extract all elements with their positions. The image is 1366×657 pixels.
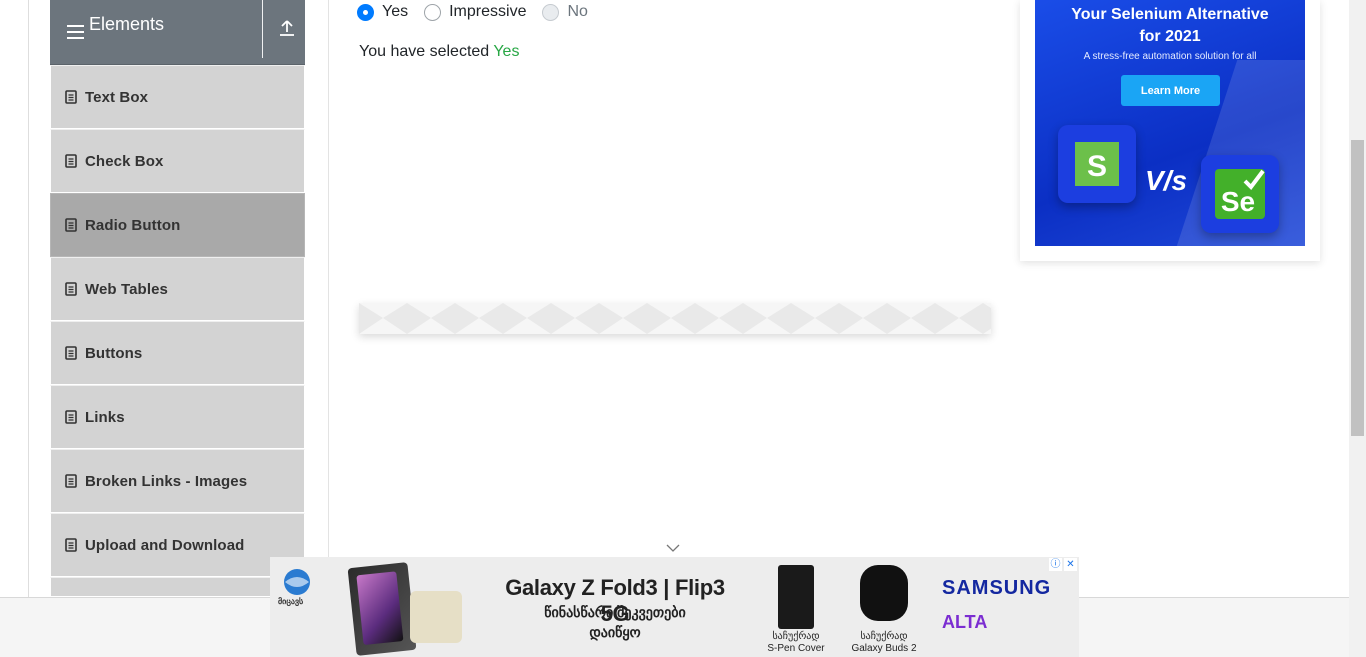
header-divider [262, 0, 263, 58]
ad-title-line1: Your Selenium Alternative [1071, 6, 1269, 23]
sidebar-item-label: Buttons [85, 344, 143, 362]
svg-text:S: S [1087, 150, 1107, 183]
right-ad-card[interactable]: Your Selenium Alternative for 2021 A str… [1020, 0, 1320, 261]
store-logo-text: მიცავს [278, 597, 304, 606]
product2-label: საჩუქრად Galaxy Buds 2 [851, 631, 917, 654]
radio-label: Yes [382, 3, 409, 20]
radio-option-no: No [542, 3, 588, 21]
document-icon [65, 90, 77, 104]
result-prefix: You have selected [359, 43, 490, 60]
radio-option-impressive[interactable]: Impressive [424, 3, 526, 21]
document-icon [65, 218, 77, 232]
result-value: Yes [493, 43, 520, 60]
sidebar-item-next[interactable] [50, 577, 305, 597]
document-icon [65, 282, 77, 296]
sidebar-item-label: Check Box [85, 152, 164, 170]
sidebar: Elements Text Box Check Box Radio Button We… [50, 0, 305, 597]
bottom-ad-banner[interactable]: ⓘ ✕ მიცავს Galaxy Z Fold3 | Flip3 5G წინ… [270, 557, 1079, 657]
radio-group: Yes Impressive No [357, 2, 604, 22]
learn-more-button[interactable]: Learn More [1121, 75, 1220, 106]
ad-title-line2: for 2021 [1139, 28, 1201, 45]
fold-phone-image [347, 562, 417, 656]
svg-text:Se: Se [1221, 186, 1255, 217]
sidebar-item-broken-links-images[interactable]: Broken Links - Images [50, 449, 305, 513]
elements-group-header[interactable]: Elements [50, 0, 305, 65]
ad-line2: წინასწარი შეკვეთები [544, 604, 686, 620]
samsung-brand: SAMSUNG [942, 577, 1052, 599]
radio-option-yes[interactable]: Yes [357, 3, 408, 21]
sidebar-item-label: Radio Button [85, 216, 181, 234]
menu-list: Text Box Check Box Radio Button Web Tables B… [50, 65, 305, 597]
product1-label: საჩუქრად S-Pen Cover [767, 631, 825, 654]
ad-line3: დაიწყო [589, 624, 641, 640]
sidebar-item-label: Text Box [85, 88, 149, 106]
radio-no [542, 3, 560, 21]
document-icon [65, 154, 77, 168]
radio-yes[interactable] [357, 3, 374, 21]
selenium-logo-icon: Se [1201, 155, 1279, 233]
left-gutter-divider [28, 0, 29, 600]
sidebar-item-label: Upload and Download [85, 536, 245, 554]
sidebar-item-label: Broken Links - Images [85, 472, 248, 490]
katalon-logo-icon: S [1058, 125, 1136, 203]
right-ad-banner[interactable]: Your Selenium Alternative for 2021 A str… [1035, 0, 1305, 246]
sidebar-item-label: Links [85, 408, 125, 426]
page: Elements Text Box Check Box Radio Button We… [0, 0, 1366, 657]
sidebar-item-text-box[interactable]: Text Box [50, 65, 305, 129]
sidebar-item-upload-and-download[interactable]: Upload and Download [50, 513, 305, 577]
sidebar-item-links[interactable]: Links [50, 385, 305, 449]
ad-close-icon[interactable]: ✕ [1064, 558, 1077, 571]
sidebar-item-check-box[interactable]: Check Box [50, 129, 305, 193]
alta-brand: ALTA [942, 612, 988, 632]
spen-cover-image [778, 565, 814, 629]
content-divider [328, 0, 329, 560]
sidebar-item-label: Web Tables [85, 280, 168, 298]
document-icon [65, 410, 77, 424]
ad-subtitle: A stress-free automation solution for al… [1083, 51, 1257, 62]
sidebar-item-buttons[interactable]: Buttons [50, 321, 305, 385]
scrollbar-thumb[interactable] [1351, 140, 1364, 436]
collapse-up-icon[interactable] [278, 19, 296, 37]
sidebar-item-web-tables[interactable]: Web Tables [50, 257, 305, 321]
galaxy-buds-image [860, 565, 908, 621]
ad-title: Your Selenium Alternative for 2021 [1035, 4, 1305, 48]
vs-text: V/s [1145, 165, 1188, 196]
radio-impressive[interactable] [424, 3, 442, 21]
group-title: Elements [89, 13, 165, 34]
ad-controls: ⓘ ✕ [1049, 558, 1077, 571]
flip-phone-image [410, 591, 462, 643]
document-icon [65, 346, 77, 360]
store-logo-icon [284, 569, 310, 595]
chevron-down-icon[interactable] [666, 544, 680, 553]
hamburger-icon [67, 25, 84, 39]
radio-label: Impressive [449, 3, 527, 20]
radio-label: No [567, 3, 588, 20]
ad-info-icon[interactable]: ⓘ [1049, 558, 1062, 571]
banner-pattern [359, 303, 991, 334]
document-icon [65, 538, 77, 552]
ad-banner-strip[interactable] [359, 303, 991, 334]
document-icon [65, 474, 77, 488]
selection-result: You have selected Yes [359, 43, 519, 61]
sidebar-item-radio-button[interactable]: Radio Button [50, 193, 305, 257]
